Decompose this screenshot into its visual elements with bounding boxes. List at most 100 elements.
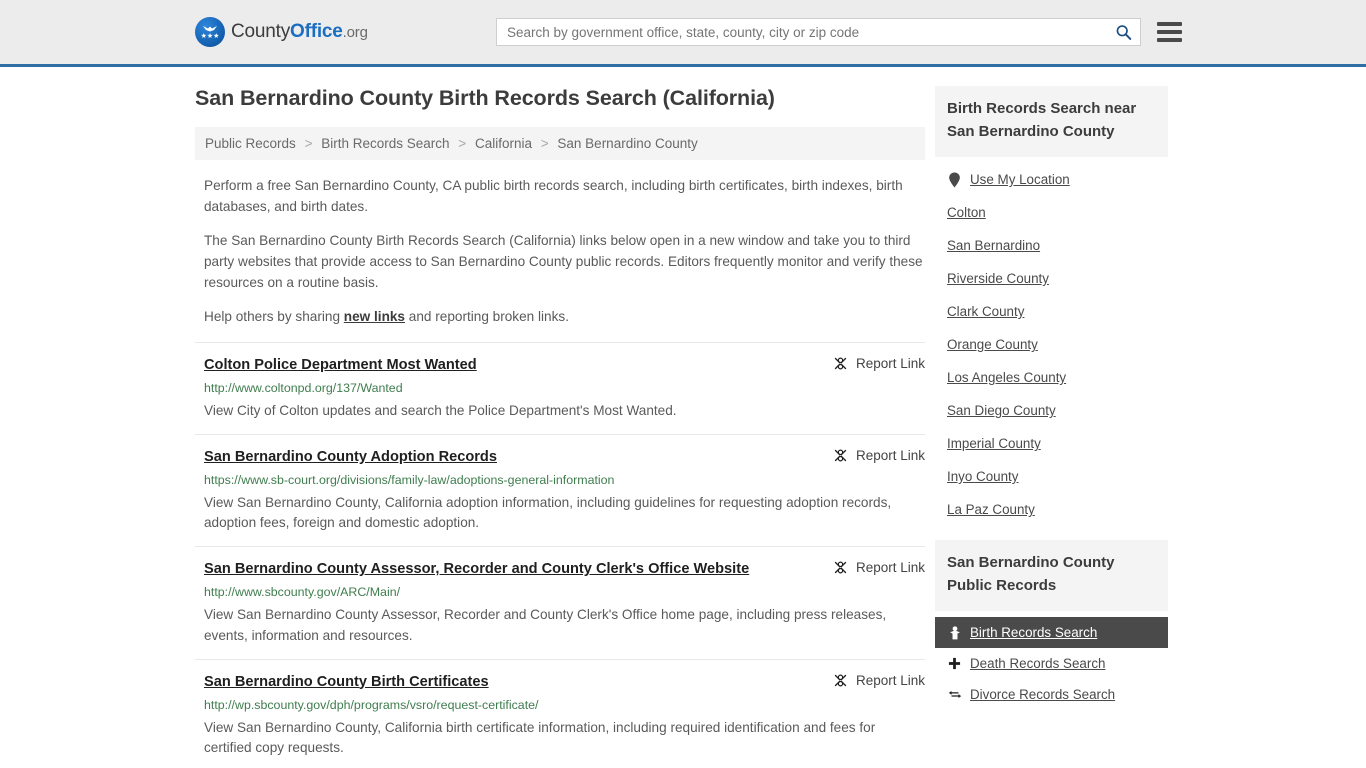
hamburger-bar <box>1157 38 1182 42</box>
intro-section: Perform a free San Bernardino County, CA… <box>195 176 925 328</box>
baby-icon <box>947 625 962 640</box>
sidebar-item-imperial-county[interactable]: Imperial County <box>935 427 1168 460</box>
sidebar-nearby-heading: Birth Records Search near San Bernardino… <box>935 86 1168 157</box>
result-title-link[interactable]: San Bernardino County Birth Certificates <box>204 673 489 691</box>
sidebar-item-death-records-search[interactable]: Death Records Search <box>935 648 1168 679</box>
sidebar-item-clark-county[interactable]: Clark County <box>935 295 1168 328</box>
result-title-link[interactable]: San Bernardino County Adoption Records <box>204 448 497 466</box>
logo-text-county: County <box>231 21 291 42</box>
hamburger-bar <box>1157 30 1182 34</box>
sidebar-link[interactable]: Imperial County <box>947 436 1041 451</box>
result-item: Colton Police Department Most Wanted Rep… <box>195 341 925 434</box>
result-item: San Bernardino County Adoption Records R… <box>195 433 925 546</box>
sidebar-public-records-list: Birth Records Search Death Records Searc… <box>935 611 1168 710</box>
broken-link-icon[interactable] <box>833 560 848 575</box>
split-arrows-icon <box>947 687 962 702</box>
logo-text: CountyOffice.org <box>231 21 368 43</box>
breadcrumb-item-california[interactable]: California <box>475 136 532 151</box>
main-content: San Bernardino County Birth Records Sear… <box>195 86 925 768</box>
search-box[interactable] <box>496 18 1141 46</box>
cross-icon <box>947 656 962 671</box>
sidebar-public-records-card: San Bernardino County Public Records Bir… <box>935 540 1168 710</box>
result-header: San Bernardino County Birth Certificates… <box>204 673 925 691</box>
sidebar-item-san-diego-county[interactable]: San Diego County <box>935 394 1168 427</box>
site-logo[interactable]: ★★★ CountyOffice.org <box>195 17 368 47</box>
sidebar-item-riverside-county[interactable]: Riverside County <box>935 262 1168 295</box>
county-office-emblem-icon: ★★★ <box>195 17 225 47</box>
intro-paragraph-3: Help others by sharing new links and rep… <box>195 307 925 328</box>
sidebar-link[interactable]: La Paz County <box>947 502 1035 517</box>
result-url: http://www.coltonpd.org/137/Wanted <box>204 381 403 396</box>
sidebar-item-divorce-records-search[interactable]: Divorce Records Search <box>935 679 1168 710</box>
report-link-label: Report Link <box>855 672 925 688</box>
sidebar-nearby-list: Use My Location Colton San Bernardino Ri… <box>935 157 1168 526</box>
breadcrumb-separator: > <box>540 136 549 151</box>
sidebar-link[interactable]: Use My Location <box>970 172 1070 187</box>
sidebar-nearby-card: Birth Records Search near San Bernardino… <box>935 86 1168 526</box>
search-input[interactable] <box>507 24 1115 40</box>
breadcrumb: Public Records > Birth Records Search > … <box>195 127 925 160</box>
intro-p3-before: Help others by sharing <box>204 309 344 325</box>
report-link-button[interactable]: Report Link <box>821 448 925 463</box>
broken-link-icon[interactable] <box>833 448 848 463</box>
result-url: https://www.sb-court.org/divisions/famil… <box>204 472 615 487</box>
result-description: View City of Colton updates and search t… <box>204 403 677 419</box>
hamburger-menu-icon[interactable] <box>1157 22 1182 42</box>
result-description: View San Bernardino County, California b… <box>204 719 876 756</box>
breadcrumb-item-public-records[interactable]: Public Records <box>205 136 296 151</box>
result-description: View San Bernardino County, California a… <box>204 494 892 531</box>
sidebar-item-inyo-county[interactable]: Inyo County <box>935 460 1168 493</box>
report-link-label: Report Link <box>855 560 925 576</box>
sidebar: Birth Records Search near San Bernardino… <box>935 86 1168 768</box>
search-icon[interactable] <box>1115 24 1132 41</box>
sidebar-link[interactable]: San Bernardino <box>947 238 1040 253</box>
result-title-link[interactable]: Colton Police Department Most Wanted <box>204 356 477 374</box>
sidebar-link[interactable]: Inyo County <box>947 469 1018 484</box>
breadcrumb-item-san-bernardino-county[interactable]: San Bernardino County <box>557 136 697 151</box>
sidebar-link[interactable]: San Diego County <box>947 403 1056 418</box>
sidebar-item-use-my-location[interactable]: Use My Location <box>935 163 1168 196</box>
location-pin-icon <box>947 172 962 187</box>
sidebar-link[interactable]: Los Angeles County <box>947 370 1066 385</box>
breadcrumb-separator: > <box>458 136 467 151</box>
sidebar-item-la-paz-county[interactable]: La Paz County <box>935 493 1168 526</box>
sidebar-item-san-bernardino[interactable]: San Bernardino <box>935 229 1168 262</box>
sidebar-link[interactable]: Colton <box>947 205 986 220</box>
breadcrumb-separator: > <box>304 136 313 151</box>
page-body: San Bernardino County Birth Records Sear… <box>0 86 1366 768</box>
page-title: San Bernardino County Birth Records Sear… <box>195 86 775 110</box>
intro-p3-after: and reporting broken links. <box>405 309 569 325</box>
result-description: View San Bernardino County Assessor, Rec… <box>204 607 887 643</box>
sidebar-link[interactable]: Divorce Records Search <box>970 687 1115 702</box>
logo-text-org: .org <box>342 24 368 41</box>
stars-icon: ★★★ <box>200 33 220 40</box>
logo-text-office: Office <box>290 21 343 42</box>
sidebar-item-birth-records-search[interactable]: Birth Records Search <box>935 617 1168 648</box>
broken-link-icon[interactable] <box>833 673 848 688</box>
result-url: http://wp.sbcounty.gov/dph/programs/vsro… <box>204 697 539 712</box>
hamburger-bar <box>1157 22 1182 26</box>
sidebar-item-orange-county[interactable]: Orange County <box>935 328 1168 361</box>
sidebar-item-colton[interactable]: Colton <box>935 196 1168 229</box>
intro-paragraph-1: Perform a free San Bernardino County, CA… <box>204 178 903 214</box>
sidebar-link[interactable]: Riverside County <box>947 271 1049 286</box>
sidebar-link[interactable]: Death Records Search <box>970 656 1105 671</box>
sidebar-link[interactable]: Clark County <box>947 304 1024 319</box>
new-links-link[interactable]: new links <box>344 309 405 324</box>
result-item: San Bernardino County Birth Certificates… <box>195 658 925 768</box>
site-header: ★★★ CountyOffice.org <box>0 0 1366 67</box>
report-link-label: Report Link <box>855 355 925 371</box>
breadcrumb-item-birth-records-search[interactable]: Birth Records Search <box>321 136 449 151</box>
sidebar-link[interactable]: Orange County <box>947 337 1038 352</box>
report-link-label: Report Link <box>855 447 925 463</box>
broken-link-icon[interactable] <box>833 356 848 371</box>
sidebar-link[interactable]: Birth Records Search <box>970 625 1097 640</box>
result-item: San Bernardino County Assessor, Recorder… <box>195 546 925 658</box>
result-url: http://www.sbcounty.gov/ARC/Main/ <box>204 585 401 600</box>
report-link-button[interactable]: Report Link <box>821 673 925 688</box>
result-title-link[interactable]: San Bernardino County Assessor, Recorder… <box>204 560 749 578</box>
sidebar-item-los-angeles-county[interactable]: Los Angeles County <box>935 361 1168 394</box>
report-link-button[interactable]: Report Link <box>821 356 925 371</box>
header-search-zone <box>496 18 1182 46</box>
report-link-button[interactable]: Report Link <box>821 560 925 575</box>
